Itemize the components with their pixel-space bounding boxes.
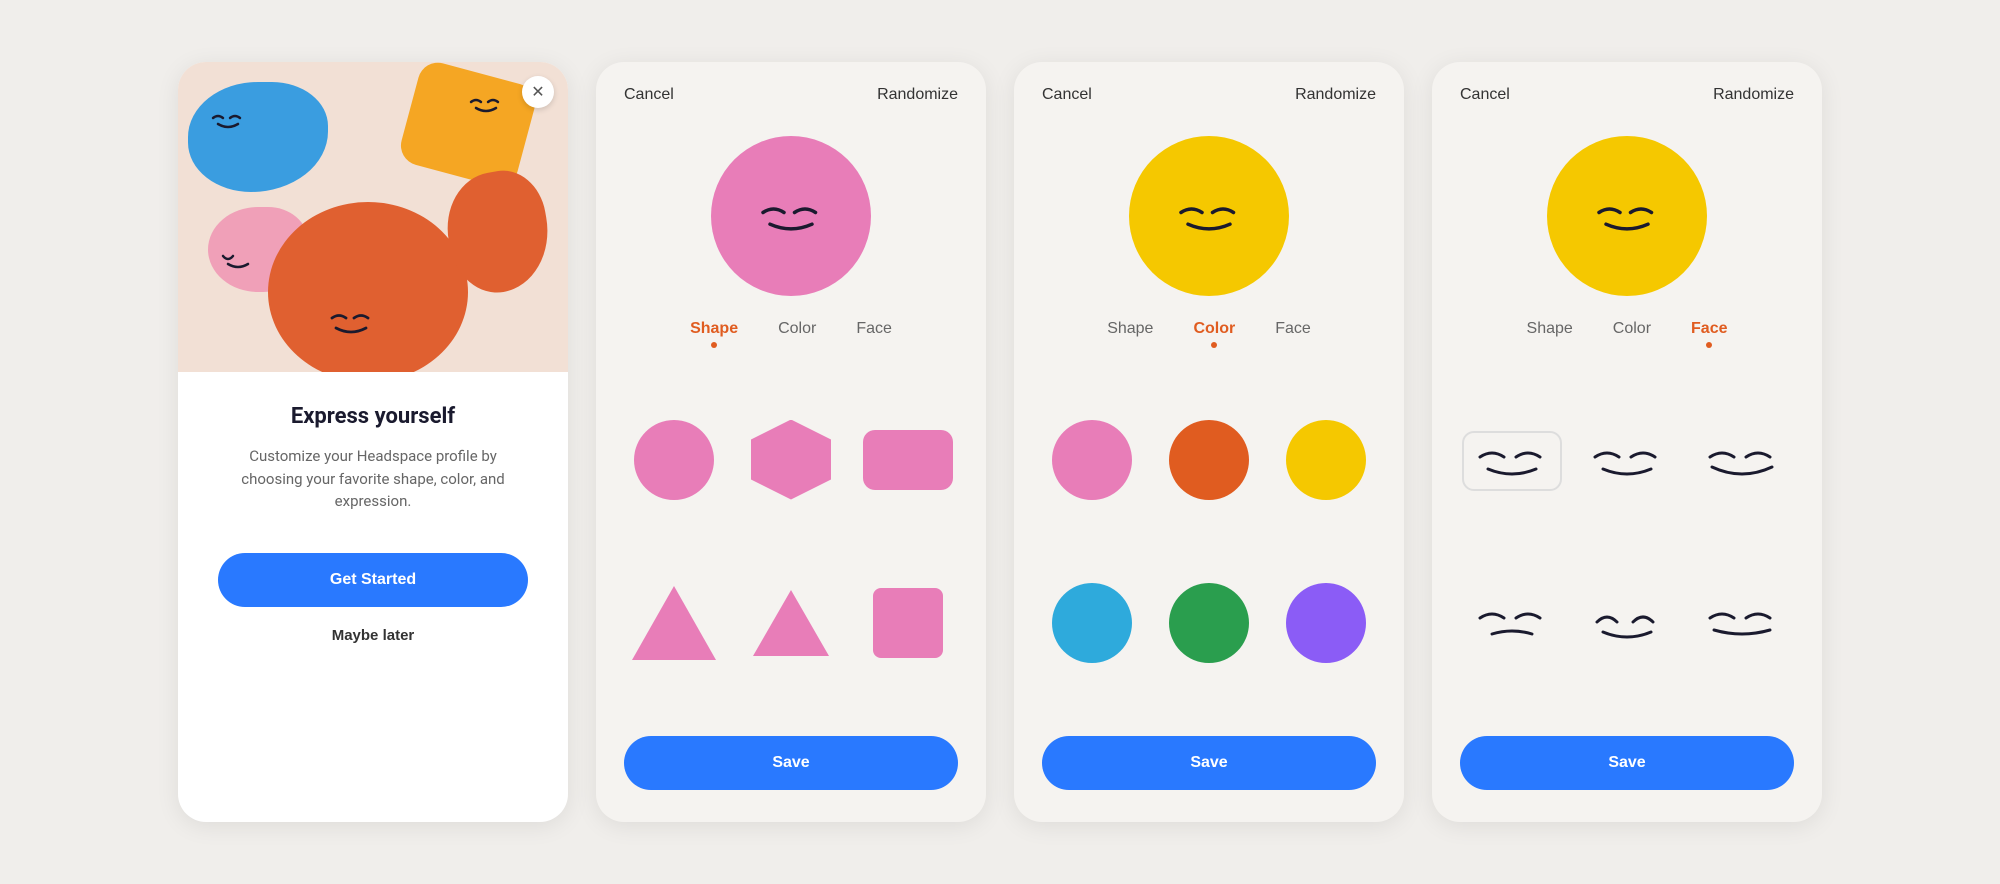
color-options-grid [1014,362,1404,720]
face-option-2[interactable] [1577,431,1677,491]
randomize-button-face[interactable]: Randomize [1713,86,1794,104]
shape-header: Cancel Randomize [596,62,986,104]
get-started-button[interactable]: Get Started [218,553,528,607]
face-option-5[interactable] [1577,592,1677,652]
avatar-circle-color [1129,136,1289,296]
tab-color-face[interactable]: Face [1275,320,1311,354]
avatar-circle-shape [711,136,871,296]
intro-description: Customize your Headspace profile by choo… [218,445,528,513]
color-save-section: Save [1014,720,1404,822]
blob-orange-large [268,202,468,372]
tab-dot-color [1211,342,1217,348]
color-option-pink[interactable] [1052,420,1132,500]
shape-options-grid [596,362,986,720]
close-button[interactable]: ✕ [522,76,554,108]
tab-dot-face [1706,342,1712,348]
avatar-circle-face [1547,136,1707,296]
cancel-button-face[interactable]: Cancel [1460,86,1510,104]
shape-option-rect[interactable] [863,430,953,490]
shape-option-circle[interactable] [634,420,714,500]
save-button-face[interactable]: Save [1460,736,1794,790]
face-save-section: Save [1432,720,1822,822]
tab-face-face[interactable]: Face [1691,320,1727,354]
tab-shape-shape[interactable]: Shape [690,320,738,354]
face-pink [218,250,258,270]
tab-face-shape[interactable]: Shape [1527,320,1573,354]
tab-shape-face[interactable]: Face [856,320,892,354]
face-option-1[interactable] [1462,431,1562,491]
color-option-purple[interactable] [1286,583,1366,663]
color-option-blue[interactable] [1052,583,1132,663]
randomize-button-shape[interactable]: Randomize [877,86,958,104]
blob-orange-top [396,62,539,191]
tab-face-color[interactable]: Color [1613,320,1651,354]
shape-customizer-card: Cancel Randomize Shape Color Face [596,62,986,822]
tab-color-color[interactable]: Color [1193,320,1235,354]
save-button-shape[interactable]: Save [624,736,958,790]
intro-card: ✕ Express yourself Customize your Headsp… [178,62,568,822]
shape-tabs: Shape Color Face [596,320,986,362]
avatar-preview-color [1014,104,1404,320]
tab-color-shape[interactable]: Shape [1107,320,1153,354]
face-orange-large [326,308,376,336]
color-option-yellow[interactable] [1286,420,1366,500]
color-header: Cancel Randomize [1014,62,1404,104]
cancel-button-shape[interactable]: Cancel [624,86,674,104]
tab-shape-color[interactable]: Color [778,320,816,354]
face-option-4[interactable] [1462,592,1562,652]
color-option-orange[interactable] [1169,420,1249,500]
color-option-green[interactable] [1169,583,1249,663]
face-orange-top [466,94,506,114]
face-customizer-card: Cancel Randomize Shape Color Face [1432,62,1822,822]
intro-title: Express yourself [291,404,455,429]
face-options-grid [1432,362,1822,720]
tab-dot-shape [711,342,717,348]
screens-container: ✕ Express yourself Customize your Headsp… [138,22,1862,862]
face-option-3[interactable] [1692,431,1792,491]
avatar-preview-shape [596,104,986,320]
shape-option-triangle-up[interactable] [632,586,716,660]
avatar-preview-face [1432,104,1822,320]
shape-option-triangle-small[interactable] [753,590,829,656]
randomize-button-color[interactable]: Randomize [1295,86,1376,104]
blob-blue [188,82,328,192]
face-tabs: Shape Color Face [1432,320,1822,362]
illustration: ✕ [178,62,568,372]
shape-option-hexagon[interactable] [751,420,831,500]
maybe-later-button[interactable]: Maybe later [332,627,415,644]
save-button-color[interactable]: Save [1042,736,1376,790]
shape-save-section: Save [596,720,986,822]
shape-option-square[interactable] [873,588,943,658]
color-customizer-card: Cancel Randomize Shape Color Face [1014,62,1404,822]
face-header: Cancel Randomize [1432,62,1822,104]
face-option-6[interactable] [1692,592,1792,652]
intro-content: Express yourself Customize your Headspac… [178,372,568,822]
face-blue [208,110,248,130]
color-tabs: Shape Color Face [1014,320,1404,362]
cancel-button-color[interactable]: Cancel [1042,86,1092,104]
